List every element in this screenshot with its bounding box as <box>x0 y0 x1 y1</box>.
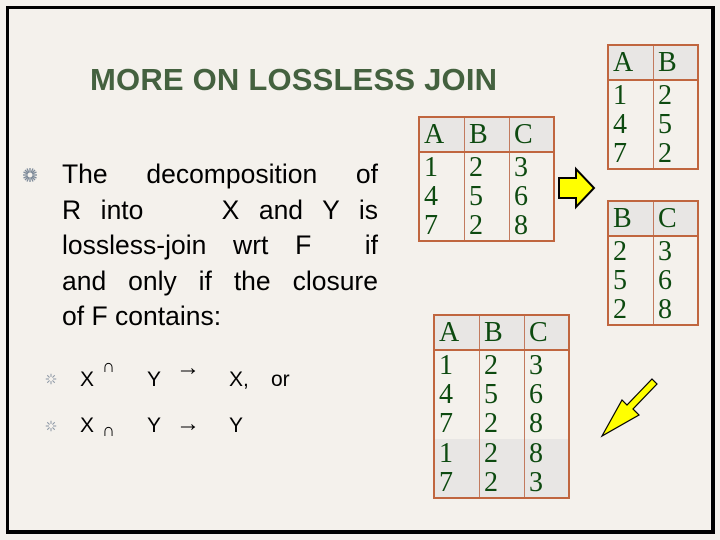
table-cell: 3 <box>653 236 699 266</box>
main-text-line: of F contains: <box>62 301 222 331</box>
column-header: C <box>524 315 570 351</box>
table-row: 5 6 <box>607 266 699 295</box>
column-header: C <box>509 117 555 153</box>
main-text-line: R into X and Y is <box>62 194 378 225</box>
table-cell: 5 <box>479 380 525 409</box>
asterisk-bullet-icon <box>23 168 37 182</box>
table-cell: 5 <box>464 182 510 211</box>
column-header: B <box>607 201 654 237</box>
intersect-symbol: ∩ <box>102 356 115 376</box>
formula-or: or <box>271 368 290 391</box>
relation-y-table: B C 2 3 5 6 2 8 <box>607 200 699 326</box>
formula-result: Y <box>229 414 244 437</box>
table-row: 1 2 3 <box>418 152 555 182</box>
asterisk-bullet-icon <box>45 420 57 432</box>
formula-x: X <box>80 368 95 391</box>
table-cell: 2 <box>479 438 525 468</box>
table-cell: 8 <box>509 211 555 241</box>
formula-x: X <box>80 414 95 437</box>
main-bullet-text: The decomposition of R into X and Y is l… <box>62 157 378 335</box>
table-cell: 4 <box>607 110 654 139</box>
table-cell: 1 <box>418 152 465 182</box>
join-arrow-icon <box>600 378 658 438</box>
decompose-arrow-icon <box>558 166 596 210</box>
table-row: 2 8 <box>607 295 699 325</box>
table-cell: 3 <box>524 350 570 380</box>
table-row: 7 2 8 <box>433 409 570 439</box>
table-cell: 3 <box>509 152 555 182</box>
table-cell: 1 <box>607 80 654 110</box>
table-cell: 2 <box>464 211 510 241</box>
intersect-symbol: ∩ <box>102 420 115 440</box>
table-row: 1 2 <box>607 80 699 110</box>
spurious-row: 1 2 8 <box>433 438 570 468</box>
main-text-line: The decomposition of <box>62 159 378 189</box>
table-cell: 3 <box>524 468 570 498</box>
column-header: C <box>653 201 699 237</box>
table-cell: 2 <box>653 139 699 169</box>
table-row: 7 2 8 <box>418 211 555 241</box>
column-header: A <box>433 315 480 351</box>
column-header: A <box>418 117 465 153</box>
column-header: B <box>653 45 699 81</box>
asterisk-bullet-icon <box>45 373 57 385</box>
formula-y: Y <box>147 414 162 437</box>
column-header: B <box>479 315 525 351</box>
table-cell: 6 <box>524 380 570 409</box>
table-cell: 8 <box>653 295 699 325</box>
table-row: 7 2 <box>607 139 699 169</box>
table-row: 4 5 6 <box>433 380 570 409</box>
table-cell: 7 <box>607 139 654 169</box>
table-row: 4 5 6 <box>418 182 555 211</box>
main-text-line: and only if the closure <box>62 265 378 296</box>
table-cell: 2 <box>607 295 654 325</box>
table-cell: 2 <box>479 468 525 498</box>
table-cell: 7 <box>433 409 480 439</box>
table-cell: 2 <box>479 350 525 380</box>
table-cell: 1 <box>433 438 480 468</box>
table-cell: 4 <box>418 182 465 211</box>
functional-dependency-arrow: → <box>176 354 200 381</box>
table-cell: 2 <box>653 80 699 110</box>
relation-r-table: A B C 1 2 3 4 5 6 7 2 8 <box>418 116 555 242</box>
formula-result: X, <box>229 368 249 391</box>
table-row: 2 3 <box>607 236 699 266</box>
table-cell: 8 <box>524 438 570 468</box>
table-cell: 1 <box>433 350 480 380</box>
slide-title: MORE ON LOSSLESS JOIN <box>90 62 498 97</box>
table-cell: 6 <box>509 182 555 211</box>
table-cell: 7 <box>418 211 465 241</box>
table-row: 4 5 <box>607 110 699 139</box>
table-cell: 7 <box>433 468 480 498</box>
relation-x-table: A B 1 2 4 5 7 2 <box>607 44 699 170</box>
spurious-row: 7 2 3 <box>433 468 570 498</box>
table-cell: 2 <box>607 236 654 266</box>
table-cell: 5 <box>607 266 654 295</box>
table-cell: 4 <box>433 380 480 409</box>
main-text-line: lossless-join wrt F if <box>62 230 378 260</box>
table-cell: 5 <box>653 110 699 139</box>
table-row: 1 2 3 <box>433 350 570 380</box>
table-cell: 6 <box>653 266 699 295</box>
functional-dependency-arrow: → <box>176 410 200 437</box>
formula-y: Y <box>147 368 162 391</box>
column-header: B <box>464 117 510 153</box>
table-cell: 2 <box>479 409 525 439</box>
table-cell: 2 <box>464 152 510 182</box>
table-cell: 8 <box>524 409 570 439</box>
column-header: A <box>607 45 654 81</box>
relation-join-table: A B C 1 2 3 4 5 6 7 2 8 1 2 8 7 2 3 <box>433 314 570 499</box>
